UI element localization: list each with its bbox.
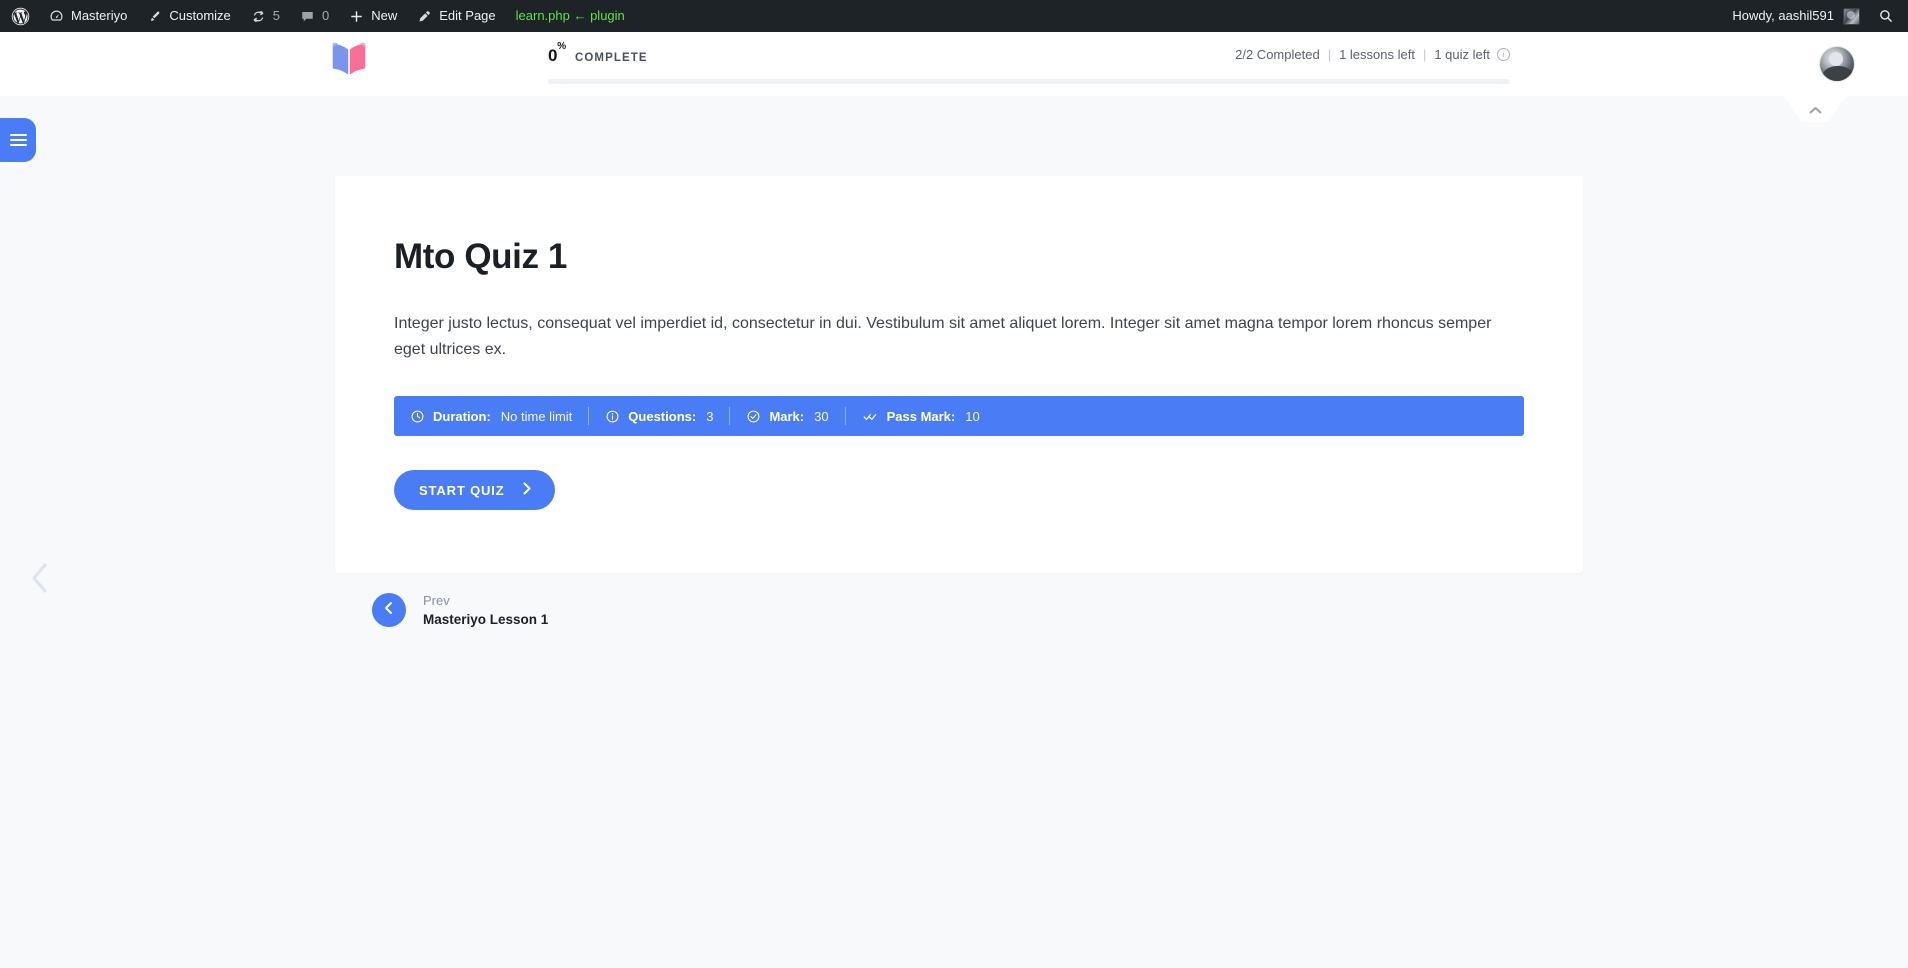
quiz-info-value: 30 (814, 408, 829, 424)
search-icon (1878, 8, 1894, 24)
info-divider (844, 407, 846, 426)
quiz-info-label: Pass Mark: (886, 408, 956, 424)
course-progress-block: 0% COMPLETE 2/2 Completed | 1 lessons le… (548, 40, 1510, 84)
status-completed: 2/2 Completed (1235, 47, 1320, 62)
site-logo[interactable] (325, 41, 373, 86)
my-account-menu[interactable]: Howdy, aashil591 (1722, 0, 1872, 32)
quiz-info-value: 10 (965, 408, 980, 424)
open-book-logo (327, 40, 371, 87)
check-circle-icon (746, 409, 761, 424)
comment-icon (300, 9, 315, 24)
info-divider (588, 407, 590, 426)
dashboard-icon (49, 9, 64, 24)
prev-circle-button[interactable] (372, 593, 406, 628)
course-status-summary: 2/2 Completed | 1 lessons left | 1 quiz … (1235, 47, 1510, 62)
admin-bar-item-new[interactable]: New (339, 0, 407, 32)
quiz-info-label: Questions: (628, 408, 697, 424)
admin-bar-item-label: Masteriyo (71, 8, 128, 23)
quiz-info-label: Mark: (769, 408, 805, 424)
progress-percent: 0% (548, 40, 566, 65)
status-separator-2: | (1422, 47, 1427, 62)
page-body: Mto Quiz 1 Integer justo lectus, consequ… (0, 96, 1908, 968)
greeting-label: Howdy, aashil591 (1732, 8, 1834, 23)
page-title: Mto Quiz 1 (394, 237, 567, 276)
admin-bar-avatar (1843, 7, 1860, 25)
progress-complete-label: COMPLETE (574, 52, 648, 64)
prev-text-group: Prev Masteriyo Lesson 1 (423, 592, 548, 629)
quiz-info-value: 3 (706, 408, 714, 424)
admin-bar-left-group: Masteriyo Customize 5 0 New Edit Page le… (0, 0, 635, 32)
quiz-info-duration: Duration: No time limit (410, 409, 588, 424)
start-quiz-label: START QUIZ (419, 482, 505, 498)
status-separator-1: | (1327, 47, 1332, 62)
collapse-header-button[interactable] (1784, 96, 1846, 122)
paintbrush-icon (147, 9, 162, 24)
status-quiz-left: 1 quiz left (1434, 47, 1490, 62)
admin-bar-item-comments[interactable]: 0 (290, 0, 339, 32)
admin-bar-search-button[interactable] (1872, 0, 1908, 32)
info-icon[interactable]: i (1497, 48, 1510, 61)
progress-header-row: 0% COMPLETE 2/2 Completed | 1 lessons le… (548, 40, 1510, 68)
info-divider (729, 407, 731, 426)
quiz-info-bar: Duration: No time limit Questions: 3 Mar… (394, 396, 1524, 437)
comments-count: 0 (322, 8, 330, 23)
clock-icon (410, 409, 425, 424)
edge-prev-button[interactable] (22, 558, 58, 602)
user-avatar[interactable] (1819, 46, 1855, 82)
info-circle-icon (605, 409, 620, 424)
admin-bar-item-updates[interactable]: 5 (241, 0, 290, 32)
wordpress-icon (11, 7, 30, 26)
prev-lesson-link[interactable]: Prev Masteriyo Lesson 1 (372, 592, 548, 629)
chevron-up-icon (1809, 102, 1822, 120)
admin-bar-item-label: New (371, 8, 398, 23)
updates-count: 5 (272, 8, 281, 23)
prev-kicker: Prev (423, 593, 450, 608)
chevron-right-icon (522, 482, 533, 498)
quiz-info-questions: Questions: 3 (605, 409, 729, 424)
admin-bar-item-edit-page[interactable]: Edit Page (407, 0, 505, 32)
progress-bar-track (548, 79, 1510, 84)
updates-icon (251, 9, 266, 24)
status-lessons-left: 1 lessons left (1339, 47, 1415, 62)
plus-icon (349, 9, 364, 24)
quiz-info-value: No time limit (500, 408, 573, 424)
admin-bar-right-group: Howdy, aashil591 (1722, 0, 1908, 32)
pencil-icon (417, 9, 432, 24)
quiz-info-mark: Mark: 30 (746, 409, 844, 424)
wordpress-logo-button[interactable] (0, 0, 39, 32)
admin-bar-item-label: Customize (169, 8, 231, 23)
admin-bar-item-label: Edit Page (439, 8, 496, 23)
wp-admin-bar: Masteriyo Customize 5 0 New Edit Page le… (0, 0, 1908, 32)
double-check-icon (862, 409, 879, 424)
chevron-left-icon (383, 601, 395, 620)
chevron-left-icon (28, 560, 52, 601)
course-header: 0% COMPLETE 2/2 Completed | 1 lessons le… (0, 32, 1908, 96)
prev-lesson-title: Masteriyo Lesson 1 (423, 612, 549, 628)
quiz-card: Mto Quiz 1 Integer justo lectus, consequ… (335, 176, 1583, 574)
quiz-description: Integer justo lectus, consequat vel impe… (394, 315, 1492, 359)
quiz-info-pass-mark: Pass Mark: 10 (862, 409, 996, 424)
admin-bar-item-customize[interactable]: Customize (137, 0, 240, 32)
hamburger-menu-icon (9, 131, 27, 149)
sidebar-toggle-button[interactable] (0, 118, 36, 162)
plugin-notice-link[interactable]: learn.php ← plugin (506, 0, 635, 32)
start-quiz-button[interactable]: START QUIZ (394, 470, 555, 511)
admin-bar-item-masteriyo[interactable]: Masteriyo (39, 0, 137, 32)
quiz-info-label: Duration: (433, 408, 491, 424)
